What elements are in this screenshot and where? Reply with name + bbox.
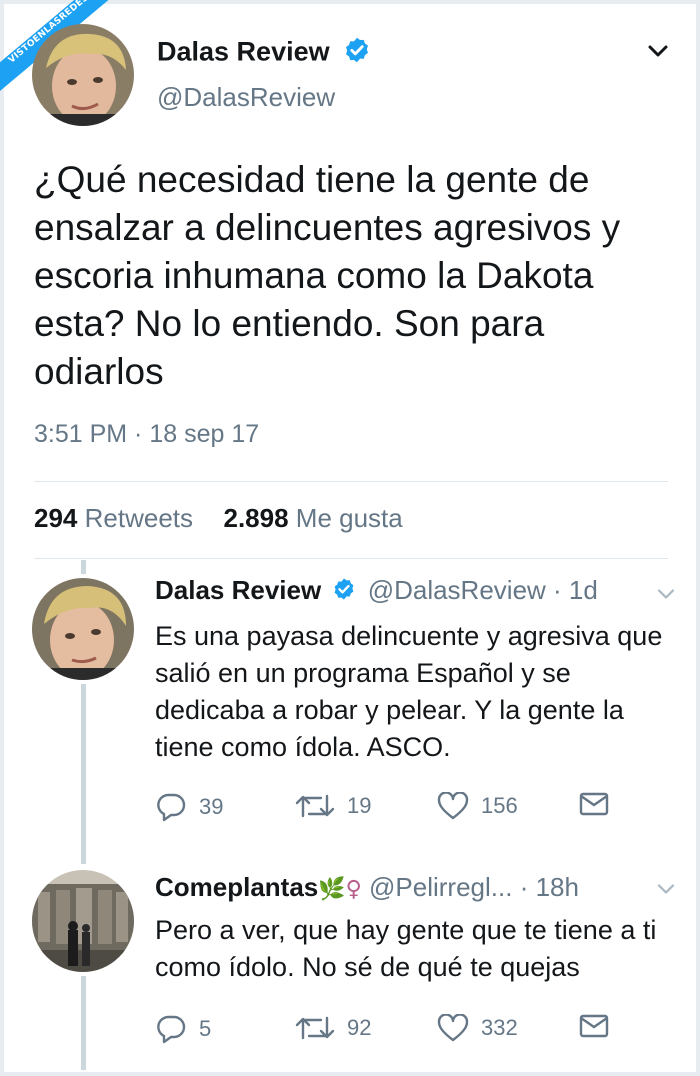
- thread-line: [81, 976, 86, 1070]
- verified-icon: [343, 36, 371, 71]
- reply-time[interactable]: · 18h: [520, 872, 579, 902]
- retweets-count: 294: [34, 503, 78, 533]
- dm-icon: [579, 1014, 609, 1038]
- reply-author-name[interactable]: Dalas Review: [155, 575, 321, 605]
- reply-actions: 39 19 156: [155, 792, 635, 822]
- chevron-down-icon[interactable]: [647, 43, 669, 64]
- likes-count: 2.898: [223, 503, 289, 533]
- chevron-down-icon[interactable]: [656, 587, 676, 606]
- verified-icon: [332, 577, 356, 608]
- avatar[interactable]: [32, 578, 134, 680]
- author-name[interactable]: Dalas Review: [157, 36, 371, 71]
- reply-author-name[interactable]: Comeplantas: [155, 872, 318, 902]
- tweet-text: ¿Qué necesidad tiene la gente de ensalza…: [34, 159, 621, 392]
- dm-icon: [579, 792, 609, 816]
- author-name-text[interactable]: Dalas Review: [157, 37, 330, 67]
- retweets-stat[interactable]: 294 Retweets: [34, 503, 193, 533]
- reply-time[interactable]: · 1d: [553, 575, 598, 605]
- retweet-icon: [295, 794, 335, 818]
- like-icon: [437, 792, 469, 820]
- reply-button[interactable]: 39: [155, 792, 223, 822]
- avatar[interactable]: [32, 870, 134, 972]
- like-count: 332: [481, 1015, 518, 1040]
- author-emoji: 🌿♀: [318, 877, 362, 902]
- tweet-timestamp[interactable]: 3:51 PM · 18 sep 17: [34, 420, 259, 449]
- reply-text: Pero a ver, que hay gente que te tiene a…: [155, 915, 657, 982]
- dm-button[interactable]: [579, 792, 609, 816]
- reply-count: 39: [199, 794, 224, 819]
- retweet-count: 19: [347, 793, 372, 818]
- avatar[interactable]: [32, 24, 134, 126]
- reply-author-handle[interactable]: @DalasReview: [368, 575, 546, 605]
- like-count: 156: [481, 793, 518, 818]
- retweet-button[interactable]: 19: [295, 792, 371, 820]
- likes-stat[interactable]: 2.898 Me gusta: [223, 503, 402, 533]
- like-button[interactable]: 156: [437, 792, 518, 820]
- reply-icon: [157, 793, 186, 822]
- retweet-button[interactable]: 92: [295, 1014, 371, 1042]
- reply-button[interactable]: 5: [155, 1014, 211, 1044]
- retweets-label: Retweets: [84, 503, 194, 533]
- reply-header: Dalas Review @DalasReview · 1d: [155, 575, 598, 608]
- divider: [34, 558, 668, 559]
- author-handle[interactable]: @DalasReview: [157, 82, 335, 113]
- reply-header: Comeplantas🌿♀ @Pelirregl... · 18h: [155, 872, 579, 903]
- reply-author-handle[interactable]: @Pelirregl...: [369, 872, 512, 902]
- thread-line: [81, 560, 86, 574]
- reply-text: Es una payasa delincuente y agresiva que…: [155, 621, 663, 762]
- retweet-count: 92: [347, 1015, 372, 1040]
- retweet-icon: [295, 1016, 335, 1040]
- divider: [34, 481, 668, 482]
- thread-line: [81, 684, 86, 864]
- reply-actions: 5 92 332: [155, 1014, 635, 1044]
- like-button[interactable]: 332: [437, 1014, 518, 1042]
- reply-icon: [157, 1015, 186, 1044]
- reply-count: 5: [199, 1016, 212, 1041]
- dm-button[interactable]: [579, 1014, 609, 1038]
- like-icon: [437, 1014, 469, 1042]
- tweet-stats: 294 Retweets 2.898 Me gusta: [34, 503, 403, 534]
- chevron-down-icon[interactable]: [656, 882, 676, 901]
- likes-label: Me gusta: [295, 503, 403, 533]
